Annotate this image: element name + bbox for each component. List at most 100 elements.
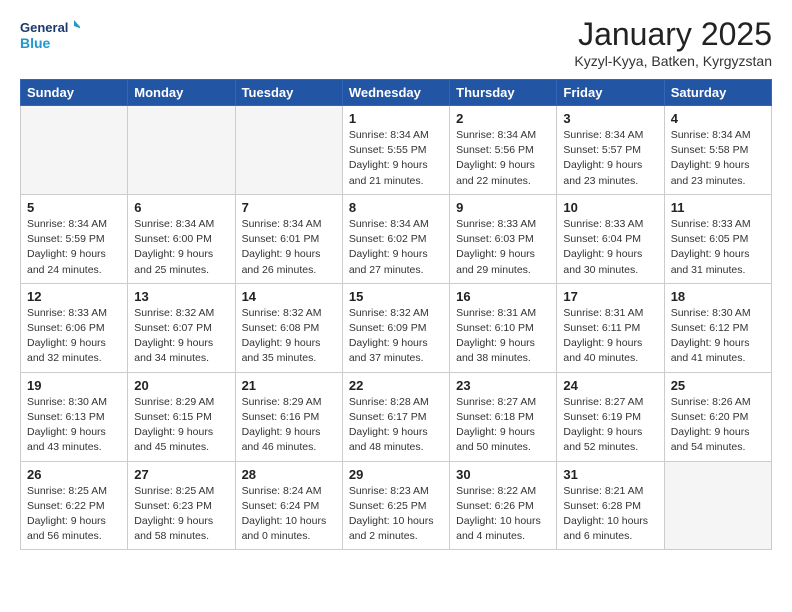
calendar-week: 5 Sunrise: 8:34 AMSunset: 5:59 PMDayligh… bbox=[21, 194, 772, 283]
day-number: 7 bbox=[242, 200, 336, 215]
day-info: Sunrise: 8:34 AMSunset: 6:02 PMDaylight:… bbox=[349, 217, 443, 278]
day-info: Sunrise: 8:34 AMSunset: 5:58 PMDaylight:… bbox=[671, 128, 765, 189]
day-info: Sunrise: 8:34 AMSunset: 6:01 PMDaylight:… bbox=[242, 217, 336, 278]
day-number: 1 bbox=[349, 111, 443, 126]
calendar-week: 1 Sunrise: 8:34 AMSunset: 5:55 PMDayligh… bbox=[21, 106, 772, 195]
day-number: 2 bbox=[456, 111, 550, 126]
day-number: 6 bbox=[134, 200, 228, 215]
calendar-day: 16 Sunrise: 8:31 AMSunset: 6:10 PMDaylig… bbox=[450, 283, 557, 372]
day-number: 25 bbox=[671, 378, 765, 393]
calendar-day: 26 Sunrise: 8:25 AMSunset: 6:22 PMDaylig… bbox=[21, 461, 128, 550]
calendar-day bbox=[128, 106, 235, 195]
calendar-day: 1 Sunrise: 8:34 AMSunset: 5:55 PMDayligh… bbox=[342, 106, 449, 195]
day-info: Sunrise: 8:21 AMSunset: 6:28 PMDaylight:… bbox=[563, 484, 657, 545]
day-of-week-header: Friday bbox=[557, 80, 664, 106]
day-number: 27 bbox=[134, 467, 228, 482]
day-number: 17 bbox=[563, 289, 657, 304]
day-info: Sunrise: 8:32 AMSunset: 6:09 PMDaylight:… bbox=[349, 306, 443, 367]
calendar-day: 8 Sunrise: 8:34 AMSunset: 6:02 PMDayligh… bbox=[342, 194, 449, 283]
day-number: 22 bbox=[349, 378, 443, 393]
day-info: Sunrise: 8:34 AMSunset: 5:59 PMDaylight:… bbox=[27, 217, 121, 278]
day-info: Sunrise: 8:22 AMSunset: 6:26 PMDaylight:… bbox=[456, 484, 550, 545]
day-info: Sunrise: 8:33 AMSunset: 6:06 PMDaylight:… bbox=[27, 306, 121, 367]
calendar-day: 27 Sunrise: 8:25 AMSunset: 6:23 PMDaylig… bbox=[128, 461, 235, 550]
calendar-day: 6 Sunrise: 8:34 AMSunset: 6:00 PMDayligh… bbox=[128, 194, 235, 283]
calendar-week: 12 Sunrise: 8:33 AMSunset: 6:06 PMDaylig… bbox=[21, 283, 772, 372]
calendar-day: 4 Sunrise: 8:34 AMSunset: 5:58 PMDayligh… bbox=[664, 106, 771, 195]
day-info: Sunrise: 8:25 AMSunset: 6:22 PMDaylight:… bbox=[27, 484, 121, 545]
day-info: Sunrise: 8:27 AMSunset: 6:18 PMDaylight:… bbox=[456, 395, 550, 456]
day-info: Sunrise: 8:24 AMSunset: 6:24 PMDaylight:… bbox=[242, 484, 336, 545]
calendar-day: 5 Sunrise: 8:34 AMSunset: 5:59 PMDayligh… bbox=[21, 194, 128, 283]
calendar-day: 29 Sunrise: 8:23 AMSunset: 6:25 PMDaylig… bbox=[342, 461, 449, 550]
day-number: 14 bbox=[242, 289, 336, 304]
day-info: Sunrise: 8:30 AMSunset: 6:12 PMDaylight:… bbox=[671, 306, 765, 367]
day-info: Sunrise: 8:29 AMSunset: 6:16 PMDaylight:… bbox=[242, 395, 336, 456]
day-number: 12 bbox=[27, 289, 121, 304]
calendar-day: 3 Sunrise: 8:34 AMSunset: 5:57 PMDayligh… bbox=[557, 106, 664, 195]
logo: General Blue bbox=[20, 16, 80, 60]
calendar-day: 24 Sunrise: 8:27 AMSunset: 6:19 PMDaylig… bbox=[557, 372, 664, 461]
day-of-week-header: Wednesday bbox=[342, 80, 449, 106]
day-of-week-header: Thursday bbox=[450, 80, 557, 106]
day-number: 19 bbox=[27, 378, 121, 393]
calendar-day: 25 Sunrise: 8:26 AMSunset: 6:20 PMDaylig… bbox=[664, 372, 771, 461]
day-of-week-row: SundayMondayTuesdayWednesdayThursdayFrid… bbox=[21, 80, 772, 106]
calendar-day: 22 Sunrise: 8:28 AMSunset: 6:17 PMDaylig… bbox=[342, 372, 449, 461]
day-number: 4 bbox=[671, 111, 765, 126]
calendar-day: 28 Sunrise: 8:24 AMSunset: 6:24 PMDaylig… bbox=[235, 461, 342, 550]
day-number: 30 bbox=[456, 467, 550, 482]
day-number: 21 bbox=[242, 378, 336, 393]
day-info: Sunrise: 8:31 AMSunset: 6:11 PMDaylight:… bbox=[563, 306, 657, 367]
calendar-day: 30 Sunrise: 8:22 AMSunset: 6:26 PMDaylig… bbox=[450, 461, 557, 550]
calendar-week: 26 Sunrise: 8:25 AMSunset: 6:22 PMDaylig… bbox=[21, 461, 772, 550]
day-info: Sunrise: 8:33 AMSunset: 6:05 PMDaylight:… bbox=[671, 217, 765, 278]
day-number: 26 bbox=[27, 467, 121, 482]
day-number: 10 bbox=[563, 200, 657, 215]
calendar: SundayMondayTuesdayWednesdayThursdayFrid… bbox=[20, 79, 772, 550]
day-of-week-header: Tuesday bbox=[235, 80, 342, 106]
day-number: 31 bbox=[563, 467, 657, 482]
day-info: Sunrise: 8:34 AMSunset: 5:57 PMDaylight:… bbox=[563, 128, 657, 189]
page: General Blue January 2025 Kyzyl-Kyya, Ba… bbox=[0, 0, 792, 566]
calendar-day: 11 Sunrise: 8:33 AMSunset: 6:05 PMDaylig… bbox=[664, 194, 771, 283]
calendar-day bbox=[664, 461, 771, 550]
month-title: January 2025 bbox=[574, 16, 772, 53]
day-number: 11 bbox=[671, 200, 765, 215]
calendar-body: 1 Sunrise: 8:34 AMSunset: 5:55 PMDayligh… bbox=[21, 106, 772, 550]
day-info: Sunrise: 8:29 AMSunset: 6:15 PMDaylight:… bbox=[134, 395, 228, 456]
day-info: Sunrise: 8:34 AMSunset: 6:00 PMDaylight:… bbox=[134, 217, 228, 278]
calendar-day: 9 Sunrise: 8:33 AMSunset: 6:03 PMDayligh… bbox=[450, 194, 557, 283]
day-number: 28 bbox=[242, 467, 336, 482]
day-number: 16 bbox=[456, 289, 550, 304]
day-of-week-header: Sunday bbox=[21, 80, 128, 106]
calendar-day: 10 Sunrise: 8:33 AMSunset: 6:04 PMDaylig… bbox=[557, 194, 664, 283]
day-number: 23 bbox=[456, 378, 550, 393]
day-info: Sunrise: 8:32 AMSunset: 6:07 PMDaylight:… bbox=[134, 306, 228, 367]
day-info: Sunrise: 8:34 AMSunset: 5:55 PMDaylight:… bbox=[349, 128, 443, 189]
day-info: Sunrise: 8:25 AMSunset: 6:23 PMDaylight:… bbox=[134, 484, 228, 545]
day-info: Sunrise: 8:26 AMSunset: 6:20 PMDaylight:… bbox=[671, 395, 765, 456]
location: Kyzyl-Kyya, Batken, Kyrgyzstan bbox=[574, 53, 772, 69]
day-number: 24 bbox=[563, 378, 657, 393]
svg-text:General: General bbox=[20, 20, 68, 35]
logo-svg: General Blue bbox=[20, 16, 80, 60]
day-number: 8 bbox=[349, 200, 443, 215]
day-number: 13 bbox=[134, 289, 228, 304]
day-number: 18 bbox=[671, 289, 765, 304]
calendar-day bbox=[235, 106, 342, 195]
day-number: 20 bbox=[134, 378, 228, 393]
calendar-day: 21 Sunrise: 8:29 AMSunset: 6:16 PMDaylig… bbox=[235, 372, 342, 461]
calendar-day: 20 Sunrise: 8:29 AMSunset: 6:15 PMDaylig… bbox=[128, 372, 235, 461]
calendar-day: 14 Sunrise: 8:32 AMSunset: 6:08 PMDaylig… bbox=[235, 283, 342, 372]
day-info: Sunrise: 8:27 AMSunset: 6:19 PMDaylight:… bbox=[563, 395, 657, 456]
calendar-day: 15 Sunrise: 8:32 AMSunset: 6:09 PMDaylig… bbox=[342, 283, 449, 372]
day-info: Sunrise: 8:23 AMSunset: 6:25 PMDaylight:… bbox=[349, 484, 443, 545]
day-info: Sunrise: 8:31 AMSunset: 6:10 PMDaylight:… bbox=[456, 306, 550, 367]
day-info: Sunrise: 8:34 AMSunset: 5:56 PMDaylight:… bbox=[456, 128, 550, 189]
calendar-day: 18 Sunrise: 8:30 AMSunset: 6:12 PMDaylig… bbox=[664, 283, 771, 372]
calendar-day: 13 Sunrise: 8:32 AMSunset: 6:07 PMDaylig… bbox=[128, 283, 235, 372]
day-info: Sunrise: 8:28 AMSunset: 6:17 PMDaylight:… bbox=[349, 395, 443, 456]
day-number: 5 bbox=[27, 200, 121, 215]
header: General Blue January 2025 Kyzyl-Kyya, Ba… bbox=[20, 16, 772, 69]
